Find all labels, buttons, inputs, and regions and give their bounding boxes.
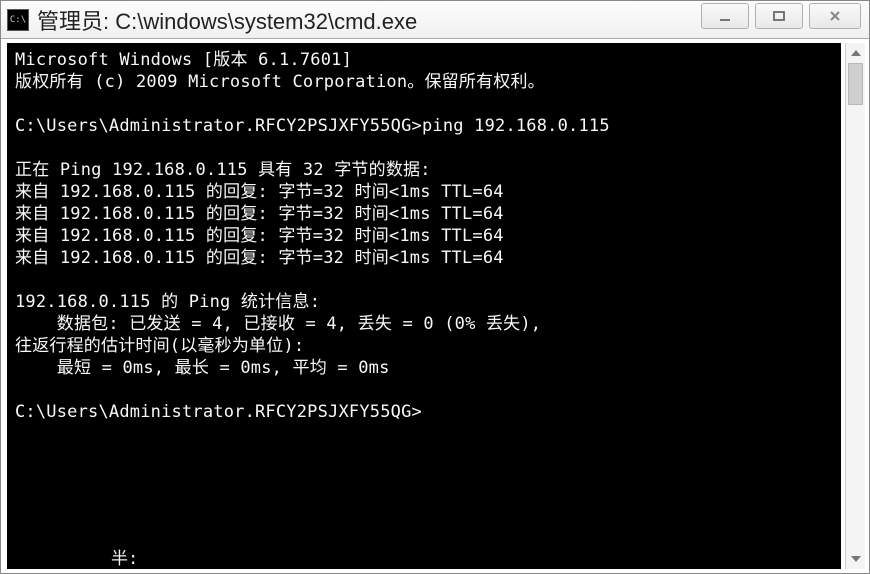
chevron-down-icon <box>851 556 861 562</box>
minimize-button[interactable] <box>701 3 749 29</box>
scrollbar-thumb[interactable] <box>848 63 863 105</box>
scrollbar[interactable] <box>845 43 865 569</box>
maximize-icon <box>772 9 786 23</box>
window-title: 管理员: C:\windows\system32\cmd.exe <box>37 4 701 36</box>
scroll-up-button[interactable] <box>846 43 865 63</box>
window-controls <box>701 1 869 38</box>
minimize-icon <box>718 9 732 23</box>
maximize-button[interactable] <box>755 3 803 29</box>
terminal-container: Microsoft Windows [版本 6.1.7601] 版权所有 (c)… <box>1 39 869 573</box>
scroll-down-button[interactable] <box>846 549 865 569</box>
app-icon: C:\ <box>7 9 29 31</box>
titlebar[interactable]: C:\ 管理员: C:\windows\system32\cmd.exe <box>1 1 869 39</box>
terminal-output[interactable]: Microsoft Windows [版本 6.1.7601] 版权所有 (c)… <box>7 43 841 569</box>
close-button[interactable] <box>809 3 861 29</box>
stray-text: 半: <box>111 544 138 569</box>
close-icon <box>828 9 842 23</box>
scrollbar-track[interactable] <box>846 63 865 549</box>
chevron-up-icon <box>851 50 861 56</box>
